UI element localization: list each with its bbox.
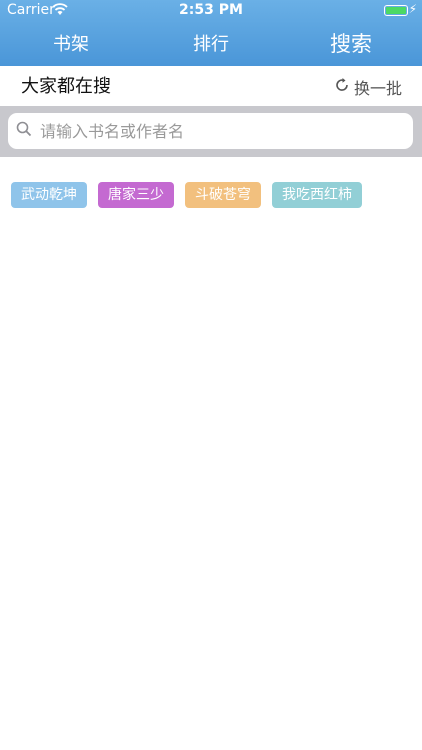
hot-tag[interactable]: 斗破苍穹 — [185, 182, 261, 208]
search-icon — [16, 121, 32, 141]
navigation-bar: Carrier 2:53 PM ⚡ 书架 排行 搜索 — [0, 0, 422, 66]
status-time: 2:53 PM — [179, 2, 243, 18]
search-input[interactable] — [38, 120, 392, 142]
hot-tag[interactable]: 我吃西红柿 — [272, 182, 362, 208]
charging-icon: ⚡ — [408, 2, 417, 16]
refresh-label: 换一批 — [353, 79, 402, 98]
refresh-icon — [334, 77, 350, 97]
section-title: 大家都在搜 — [21, 76, 111, 97]
battery-icon — [384, 5, 408, 16]
hot-tag[interactable]: 武动乾坤 — [11, 182, 87, 208]
tab-search[interactable]: 搜索 — [306, 28, 396, 58]
status-bar: Carrier 2:53 PM ⚡ — [0, 0, 422, 22]
tab-bar: 书架 排行 搜索 — [0, 22, 422, 66]
hot-search-header: 大家都在搜 换一批 — [0, 66, 422, 106]
refresh-button[interactable]: 换一批 — [334, 75, 402, 99]
tab-ranking[interactable]: 排行 — [166, 30, 256, 56]
hot-tags: 武动乾坤 唐家三少 斗破苍穹 我吃西红柿 — [11, 182, 362, 208]
search-box[interactable] — [8, 113, 413, 149]
tab-bookshelf[interactable]: 书架 — [26, 30, 116, 56]
hot-tag[interactable]: 唐家三少 — [98, 182, 174, 208]
search-bar-container — [0, 106, 422, 157]
